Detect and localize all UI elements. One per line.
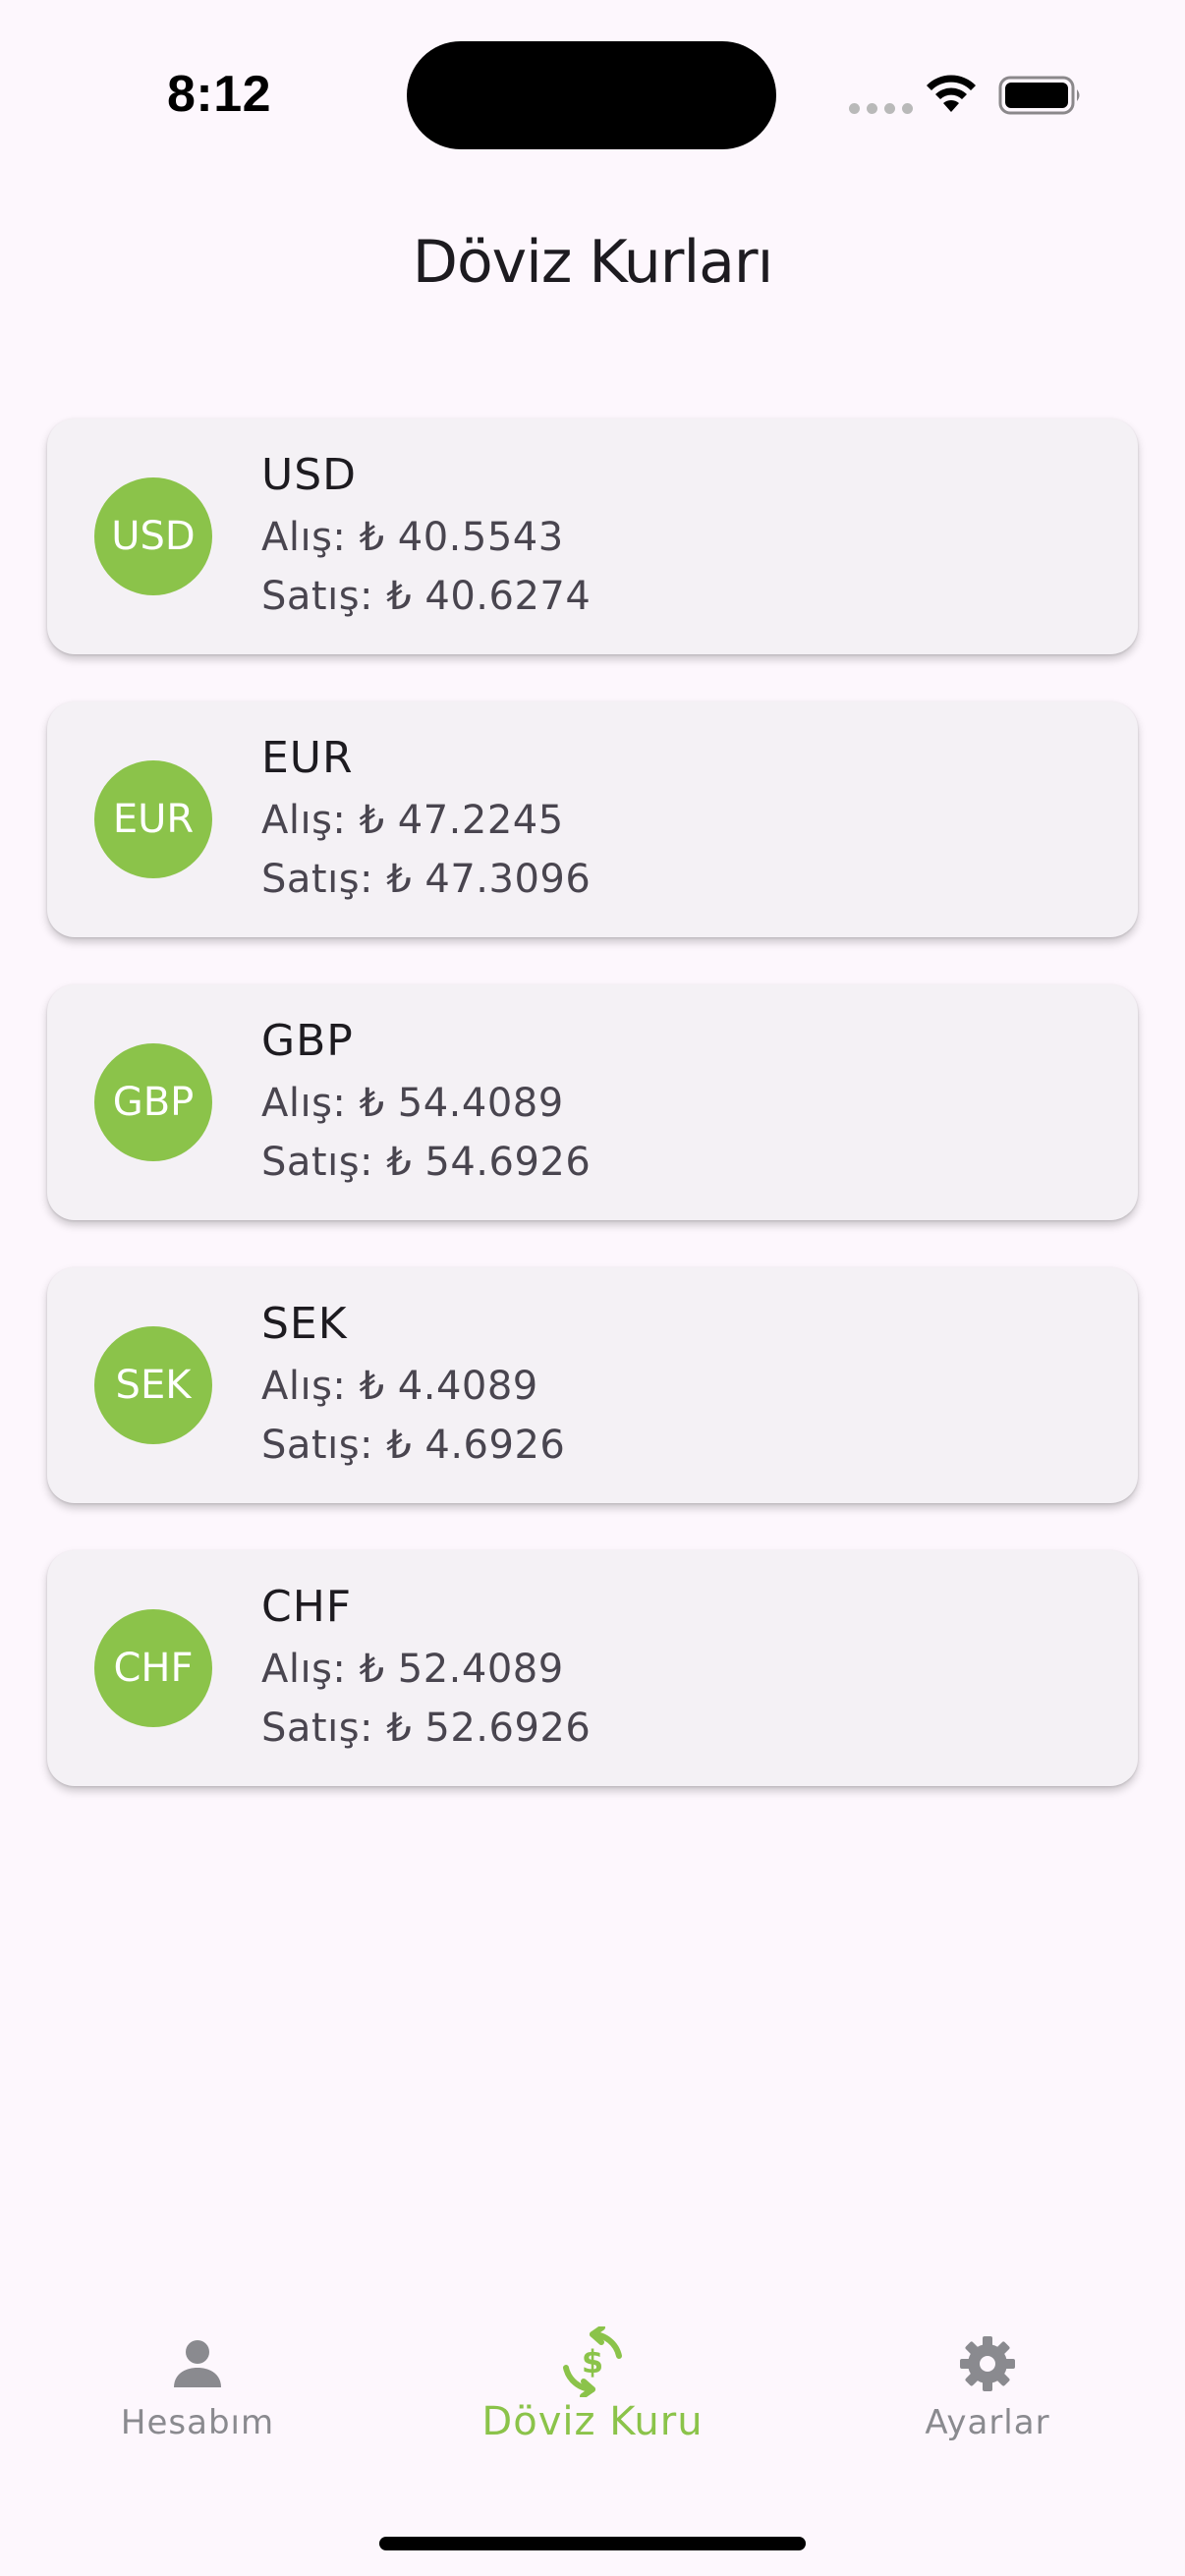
- sell-rate: Satış: ₺ 4.6926: [261, 1423, 566, 1468]
- dynamic-island: [407, 41, 776, 149]
- currency-card-sek[interactable]: SEK SEK Alış: ₺ 4.4089 Satış: ₺ 4.6926: [47, 1267, 1138, 1503]
- currency-code: SEK: [261, 1299, 348, 1349]
- gear-icon: [960, 2336, 1015, 2391]
- sell-rate: Satış: ₺ 52.6926: [261, 1706, 592, 1751]
- home-indicator: [379, 2537, 806, 2550]
- cellular-signal-icon: [849, 103, 913, 114]
- buy-rate: Alış: ₺ 47.2245: [261, 798, 564, 843]
- currency-card-usd[interactable]: USD USD Alış: ₺ 40.5543 Satış: ₺ 40.6274: [47, 419, 1138, 654]
- currency-avatar: GBP: [94, 1043, 212, 1161]
- status-bar: 8:12: [0, 0, 1185, 187]
- currency-code: CHF: [261, 1582, 353, 1632]
- page-title: Döviz Kurları: [412, 228, 773, 297]
- nav-item-account[interactable]: Hesabım: [0, 2299, 395, 2476]
- nav-label: Hesabım: [120, 2403, 275, 2442]
- buy-rate: Alış: ₺ 54.4089: [261, 1081, 564, 1126]
- buy-rate: Alış: ₺ 52.4089: [261, 1647, 564, 1692]
- battery-icon: [998, 76, 1080, 115]
- buy-rate: Alış: ₺ 40.5543: [261, 515, 564, 560]
- currency-list: USD USD Alış: ₺ 40.5543 Satış: ₺ 40.6274…: [47, 419, 1138, 1833]
- sell-rate: Satış: ₺ 47.3096: [261, 857, 592, 902]
- currency-code: EUR: [261, 733, 354, 783]
- bottom-navigation: Hesabım $ Döviz Kuru Ayarlar: [0, 2299, 1185, 2576]
- currency-code: GBP: [261, 1016, 354, 1066]
- nav-label: Ayarlar: [925, 2403, 1050, 2442]
- nav-item-settings[interactable]: Ayarlar: [790, 2299, 1185, 2476]
- currency-card-eur[interactable]: EUR EUR Alış: ₺ 47.2245 Satış: ₺ 47.3096: [47, 701, 1138, 937]
- currency-avatar: CHF: [94, 1609, 212, 1727]
- currency-avatar: SEK: [94, 1326, 212, 1444]
- sell-rate: Satış: ₺ 54.6926: [261, 1140, 592, 1185]
- person-icon: [174, 2340, 221, 2387]
- currency-avatar: EUR: [94, 760, 212, 878]
- nav-label: Döviz Kuru: [481, 2399, 704, 2444]
- svg-text:$: $: [582, 2343, 603, 2380]
- currency-avatar: USD: [94, 477, 212, 595]
- sell-rate: Satış: ₺ 40.6274: [261, 574, 592, 619]
- currency-exchange-icon: $: [563, 2326, 622, 2397]
- wifi-icon: [927, 75, 976, 112]
- currency-card-chf[interactable]: CHF CHF Alış: ₺ 52.4089 Satış: ₺ 52.6926: [47, 1550, 1138, 1786]
- currency-card-gbp[interactable]: GBP GBP Alış: ₺ 54.4089 Satış: ₺ 54.6926: [47, 984, 1138, 1220]
- nav-item-exchange-rate[interactable]: $ Döviz Kuru: [395, 2299, 790, 2476]
- status-time: 8:12: [167, 66, 272, 123]
- currency-code: USD: [261, 450, 358, 500]
- buy-rate: Alış: ₺ 4.4089: [261, 1364, 538, 1409]
